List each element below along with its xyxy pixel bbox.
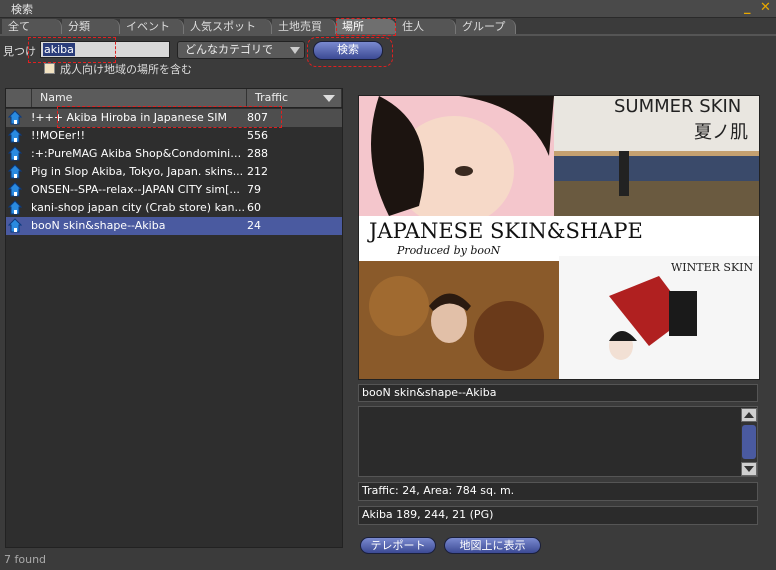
mature-checkbox[interactable] xyxy=(44,63,55,74)
show-on-map-button[interactable]: 地図上に表示 xyxy=(444,537,541,554)
tab-places[interactable]: 場所 xyxy=(336,19,396,34)
find-label: 見つけ xyxy=(3,45,36,58)
scroll-down-button[interactable] xyxy=(741,462,757,476)
title-bar: 検索 _ ✕ xyxy=(0,0,776,18)
winter-skin-text: WINTER SKIN xyxy=(671,261,754,274)
banner-text: JAPANESE SKIN&SHAPE xyxy=(367,219,643,243)
row-name: !!MOEer!! xyxy=(31,129,86,142)
tab-divider xyxy=(0,34,776,36)
tab-groups[interactable]: グループ xyxy=(456,19,516,34)
category-selected-value: どんなカテゴリで xyxy=(185,43,273,56)
close-icon[interactable]: ✕ xyxy=(760,0,771,15)
search-input[interactable]: akiba xyxy=(40,41,170,58)
chevron-down-icon xyxy=(290,47,300,54)
traffic-area-field: Traffic: 24, Area: 784 sq. m. xyxy=(358,482,758,501)
category-dropdown[interactable]: どんなカテゴリで xyxy=(177,41,305,59)
home-icon xyxy=(8,110,22,125)
table-row[interactable]: !!MOEer!! 556 xyxy=(6,127,342,145)
produced-text: Produced by booN xyxy=(396,244,501,257)
row-name: kani-shop japan city (Crab store) kan... xyxy=(31,201,245,214)
home-icon xyxy=(8,182,22,197)
arrow-down-icon xyxy=(744,466,754,472)
place-description-field[interactable] xyxy=(358,406,758,477)
row-traffic: 807 xyxy=(247,111,268,124)
search-query-text: akiba xyxy=(43,43,75,56)
teleport-button[interactable]: テレポート xyxy=(360,537,436,554)
column-name[interactable]: Name xyxy=(32,89,247,107)
sort-descending-icon xyxy=(323,95,335,102)
row-traffic: 24 xyxy=(247,219,261,232)
home-icon xyxy=(8,200,22,215)
snapshot-graphic: SUMMER SKIN 夏ノ肌 JAPANESE SKIN&SHAPE Prod… xyxy=(359,96,759,379)
column-traffic-label: Traffic xyxy=(255,91,289,104)
tab-people[interactable]: 住人 xyxy=(396,19,456,34)
scroll-up-button[interactable] xyxy=(741,408,757,422)
results-header: Name Traffic xyxy=(6,89,342,108)
home-icon xyxy=(8,128,22,143)
row-traffic: 79 xyxy=(247,183,261,196)
window-title: 検索 xyxy=(11,3,33,16)
table-row[interactable]: :+:PureMAG Akiba Shop&Condominiu... 288 xyxy=(6,145,342,163)
home-icon xyxy=(8,218,22,233)
row-name: !+++ Akiba Hiroba in Japanese SIM xyxy=(31,111,227,124)
column-icon[interactable] xyxy=(6,89,32,107)
result-count: 7 found xyxy=(4,553,47,566)
place-name-field: booN skin&shape--Akiba xyxy=(358,384,758,402)
table-row[interactable]: Pig in Slop Akiba, Tokyo, Japan. skins..… xyxy=(6,163,342,181)
arrow-up-icon xyxy=(744,412,754,418)
tab-events[interactable]: イベント xyxy=(120,19,184,34)
minimize-icon[interactable]: _ xyxy=(744,0,751,15)
summer-jp-text: 夏ノ肌 xyxy=(694,122,748,143)
scroll-thumb[interactable] xyxy=(742,425,756,459)
column-traffic[interactable]: Traffic xyxy=(247,89,342,107)
table-row-selected[interactable]: booN skin&shape--Akiba 24 xyxy=(6,217,342,235)
summer-skin-text: SUMMER SKIN xyxy=(614,96,741,117)
description-scrollbar[interactable] xyxy=(741,408,757,476)
home-icon xyxy=(8,146,22,161)
table-row[interactable]: ONSEN--SPA--relax--JAPAN CITY sim[... 79 xyxy=(6,181,342,199)
table-row[interactable]: !+++ Akiba Hiroba in Japanese SIM 807 xyxy=(6,109,342,127)
row-name: ONSEN--SPA--relax--JAPAN CITY sim[... xyxy=(31,183,240,196)
row-traffic: 556 xyxy=(247,129,268,142)
place-snapshot-image: SUMMER SKIN 夏ノ肌 JAPANESE SKIN&SHAPE Prod… xyxy=(358,95,760,380)
row-name: :+:PureMAG Akiba Shop&Condominiu... xyxy=(31,147,246,160)
search-button[interactable]: 検索 xyxy=(313,41,383,60)
home-icon xyxy=(8,164,22,179)
tab-classified[interactable]: 分類 xyxy=(62,19,120,34)
row-traffic: 288 xyxy=(247,147,268,160)
row-name: Pig in Slop Akiba, Tokyo, Japan. skins..… xyxy=(31,165,244,178)
tab-land-sales[interactable]: 土地売買 xyxy=(272,19,336,34)
row-traffic: 60 xyxy=(247,201,261,214)
tab-popular[interactable]: 人気スポット xyxy=(184,19,272,34)
row-name: booN skin&shape--Akiba xyxy=(31,219,166,232)
row-traffic: 212 xyxy=(247,165,268,178)
mature-checkbox-label: 成人向け地域の場所を含む xyxy=(60,63,192,76)
tab-all[interactable]: 全て xyxy=(2,19,62,34)
location-field: Akiba 189, 244, 21 (PG) xyxy=(358,506,758,525)
results-list: Name Traffic !+++ Akiba Hiroba in Japane… xyxy=(5,88,343,548)
table-row[interactable]: kani-shop japan city (Crab store) kan...… xyxy=(6,199,342,217)
